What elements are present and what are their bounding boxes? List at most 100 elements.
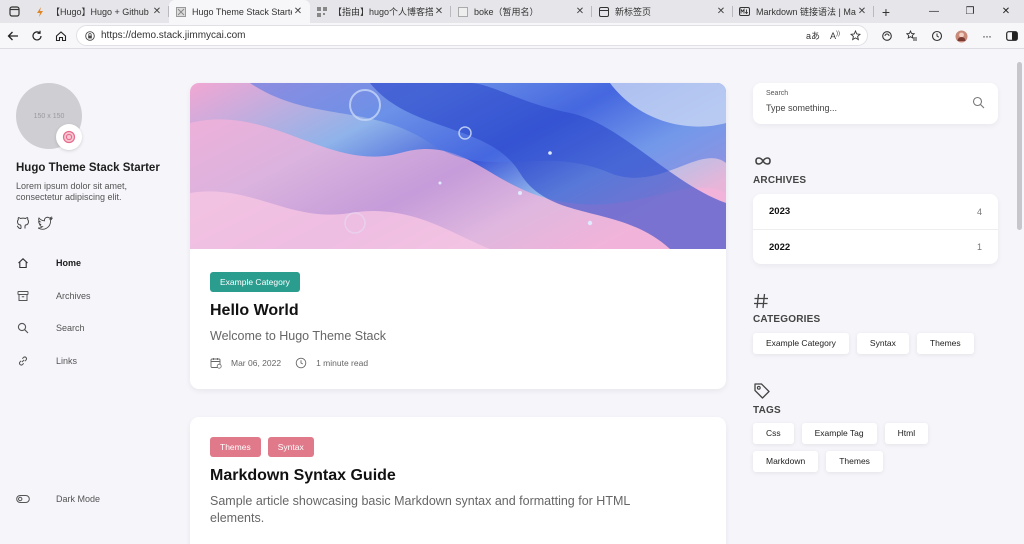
close-tab-icon[interactable]: ✕ — [292, 6, 304, 17]
article-categories: Example Category — [210, 272, 706, 292]
archive-icon — [17, 290, 29, 301]
search-widget[interactable]: Search Type something... — [753, 83, 998, 124]
more-menu-icon[interactable]: ··· — [974, 24, 999, 48]
menu-item-links[interactable]: Links — [16, 345, 91, 378]
calendar-icon — [210, 358, 222, 369]
search-icon[interactable] — [972, 96, 985, 109]
dark-mode-toggle[interactable]: Dark Mode — [16, 494, 100, 504]
emoji-badge-icon — [62, 130, 76, 144]
archive-row[interactable]: 2023 4 — [753, 194, 998, 229]
restore-icon[interactable]: ❐ — [952, 0, 988, 23]
archive-count: 1 — [976, 242, 982, 252]
categories-list: Example Category Syntax Themes — [753, 333, 998, 354]
home-icon — [55, 30, 67, 41]
toggle-icon — [16, 495, 30, 503]
hashtag-icon — [754, 293, 768, 309]
browser-tab-active[interactable]: Hugo Theme Stack Starter ✕ — [169, 0, 310, 23]
close-tab-icon[interactable]: ✕ — [574, 6, 586, 17]
archives-heading: ARCHIVES — [753, 175, 807, 186]
article-title[interactable]: Markdown Syntax Guide — [210, 467, 706, 485]
tab-strip: 【Hugo】Hugo + Github 免费部署自己的博客 ✕ Hugo The… — [0, 0, 1024, 23]
qr-tab-icon — [316, 6, 327, 17]
tags-heading: TAGS — [753, 405, 781, 416]
favorite-star-icon[interactable] — [850, 30, 861, 41]
article-card[interactable]: Example Category Hello World Welcome to … — [190, 83, 726, 389]
close-tab-icon[interactable]: ✕ — [151, 6, 163, 17]
url-text: https://demo.stack.jimmycai.com — [101, 30, 246, 41]
menu-label: Home — [56, 258, 82, 269]
browser-tab[interactable]: Markdown 链接语法 | Markdown ✕ — [733, 0, 874, 23]
close-window-icon[interactable]: ✕ — [988, 0, 1024, 23]
tab-actions-button[interactable] — [0, 0, 28, 23]
tag-chip[interactable]: Example Tag — [801, 423, 877, 444]
browser-tab[interactable]: boke（暂用名） ✕ — [451, 0, 592, 23]
browser-tab[interactable]: 【Hugo】Hugo + Github 免费部署自己的博客 ✕ — [28, 0, 169, 23]
archive-count: 4 — [976, 206, 982, 217]
site-title[interactable]: Hugo Theme Stack Starter — [16, 162, 160, 174]
tag-chip[interactable]: Markdown — [753, 451, 819, 472]
category-badge[interactable]: Themes — [210, 437, 261, 457]
menu-item-search[interactable]: Search — [16, 312, 91, 345]
main-menu: Home Archives Search Links — [16, 247, 91, 377]
tag-chip[interactable]: Css — [753, 423, 794, 444]
tags-list: Css Example Tag Html Markdown Themes — [753, 423, 943, 472]
close-tab-icon[interactable]: ✕ — [715, 6, 727, 17]
close-tab-icon[interactable]: ✕ — [856, 6, 868, 17]
article-title[interactable]: Hello World — [210, 302, 706, 320]
avatar-badge — [56, 124, 82, 150]
translate-icon[interactable]: aあ — [806, 29, 820, 42]
minimize-icon[interactable]: — — [916, 0, 952, 23]
menu-label: Search — [56, 323, 85, 334]
category-chip[interactable]: Themes — [916, 333, 974, 354]
article-subtitle: Sample article showcasing basic Markdown… — [210, 494, 630, 525]
page-scrollbar[interactable] — [1017, 62, 1022, 230]
address-field[interactable]: https://demo.stack.jimmycai.com aあ A)) — [76, 25, 868, 46]
page-tab-icon — [457, 6, 468, 17]
browser-tab[interactable]: 【指由】hugo个人博客搭建 ✕ — [310, 0, 451, 23]
tab-title: Hugo Theme Stack Starter — [192, 6, 292, 17]
toolbar-icons: ··· — [874, 24, 1024, 48]
back-button[interactable] — [1, 24, 25, 48]
history-icon[interactable] — [924, 24, 949, 48]
close-tab-icon[interactable]: ✕ — [433, 6, 445, 17]
browser-tab[interactable]: 新标签页 ✕ — [592, 0, 733, 23]
markdown-tab-icon — [739, 6, 750, 17]
tab-title: boke（暂用名） — [474, 7, 539, 17]
extensions-icon[interactable] — [874, 24, 899, 48]
category-chip[interactable]: Example Category — [753, 333, 849, 354]
new-tab-page-icon — [598, 6, 609, 17]
favorites-icon[interactable] — [899, 24, 924, 48]
read-aloud-icon[interactable]: A)) — [830, 31, 840, 41]
home-button[interactable] — [49, 24, 73, 48]
archive-year: 2022 — [769, 241, 791, 253]
article-card[interactable]: Themes Syntax Markdown Syntax Guide Samp… — [190, 417, 726, 544]
tab-title: 【指由】hugo个人博客搭建 — [333, 7, 433, 17]
page-tab-icon — [175, 6, 186, 17]
tab-title: 【Hugo】Hugo + Github 免费部署自己的博客 — [51, 7, 151, 17]
refresh-button[interactable] — [25, 24, 49, 48]
article-categories: Themes Syntax — [210, 437, 706, 457]
archive-row[interactable]: 2022 1 — [753, 229, 998, 264]
home-icon — [18, 258, 28, 269]
menu-item-archives[interactable]: Archives — [16, 280, 91, 313]
sidebar-copilot-icon[interactable] — [999, 24, 1024, 48]
twitter-icon[interactable] — [38, 216, 53, 230]
address-bar-row: https://demo.stack.jimmycai.com aあ A)) ·… — [0, 23, 1024, 49]
github-icon[interactable] — [16, 216, 30, 230]
back-arrow-icon — [7, 31, 18, 40]
tag-chip[interactable]: Themes — [826, 451, 883, 472]
category-badge[interactable]: Syntax — [267, 437, 314, 457]
menu-item-home[interactable]: Home — [16, 247, 91, 280]
article-cover-image[interactable] — [190, 83, 726, 249]
tag-chip[interactable]: Html — [884, 423, 929, 444]
category-badge[interactable]: Example Category — [210, 272, 300, 292]
profile-avatar-icon[interactable] — [949, 24, 974, 48]
search-input[interactable]: Type something... — [766, 103, 837, 113]
new-tab-button[interactable]: + — [874, 0, 898, 23]
hugo-tab-icon — [34, 6, 45, 17]
avatar-placeholder-text: 150 x 150 — [33, 112, 65, 120]
category-chip[interactable]: Syntax — [856, 333, 909, 354]
web-page: 150 x 150 Hugo Theme Stack Starter Lorem… — [0, 50, 1024, 544]
clock-icon — [295, 357, 307, 369]
window-controls: — ❐ ✕ — [916, 0, 1024, 23]
